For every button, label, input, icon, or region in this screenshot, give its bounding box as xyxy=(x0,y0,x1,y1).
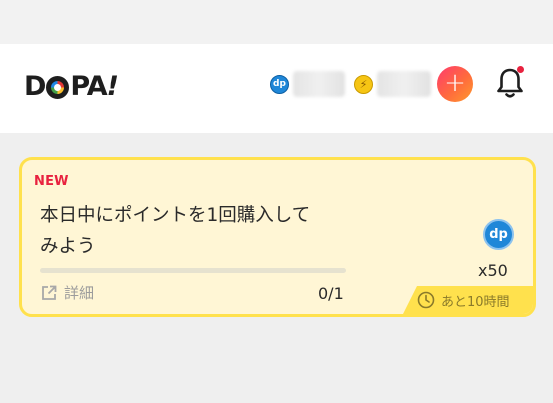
dp-coin-icon: dp xyxy=(270,74,289,94)
status-strip xyxy=(0,0,553,44)
bolt-coin-icon: ⚡ xyxy=(354,74,373,94)
clock-icon xyxy=(417,291,435,309)
dp-points-balance: dp xyxy=(270,70,345,98)
dp-reward-coin-icon: dp xyxy=(483,219,514,250)
bolt-points-value-blurred xyxy=(377,71,431,97)
plus-icon: + xyxy=(444,68,466,98)
time-remaining-tab: あと10時間 xyxy=(403,286,533,314)
dp-points-value-blurred xyxy=(293,71,345,97)
external-link-icon xyxy=(42,285,57,300)
mission-title-line2: みよう xyxy=(40,236,96,257)
logo-o-ring xyxy=(46,75,70,99)
add-points-button[interactable]: + xyxy=(437,66,473,102)
dopa-logo[interactable]: D PA! xyxy=(24,70,119,102)
detail-label: 詳細 xyxy=(64,284,95,302)
detail-link[interactable]: 詳細 xyxy=(40,282,94,303)
notifications-button[interactable] xyxy=(496,66,526,100)
time-remaining-label: あと10時間 xyxy=(441,294,510,310)
mission-title: 本日中にポイントを1回購入して みよう xyxy=(40,200,360,262)
mission-count: 0/1 xyxy=(318,284,344,303)
bolt-points-balance: ⚡ xyxy=(354,70,431,98)
mission-title-line1: 本日中にポイントを1回購入して xyxy=(40,205,311,226)
app-header: D PA! dp ⚡ + xyxy=(0,44,553,133)
mission-progress-bar xyxy=(40,268,346,273)
reward-quantity: x50 xyxy=(478,261,508,280)
mission-card[interactable]: NEW 本日中にポイントを1回購入して みよう 詳細 0/1 dp x50 あと… xyxy=(19,157,536,317)
notification-dot xyxy=(517,66,524,73)
new-badge: NEW xyxy=(34,174,69,189)
